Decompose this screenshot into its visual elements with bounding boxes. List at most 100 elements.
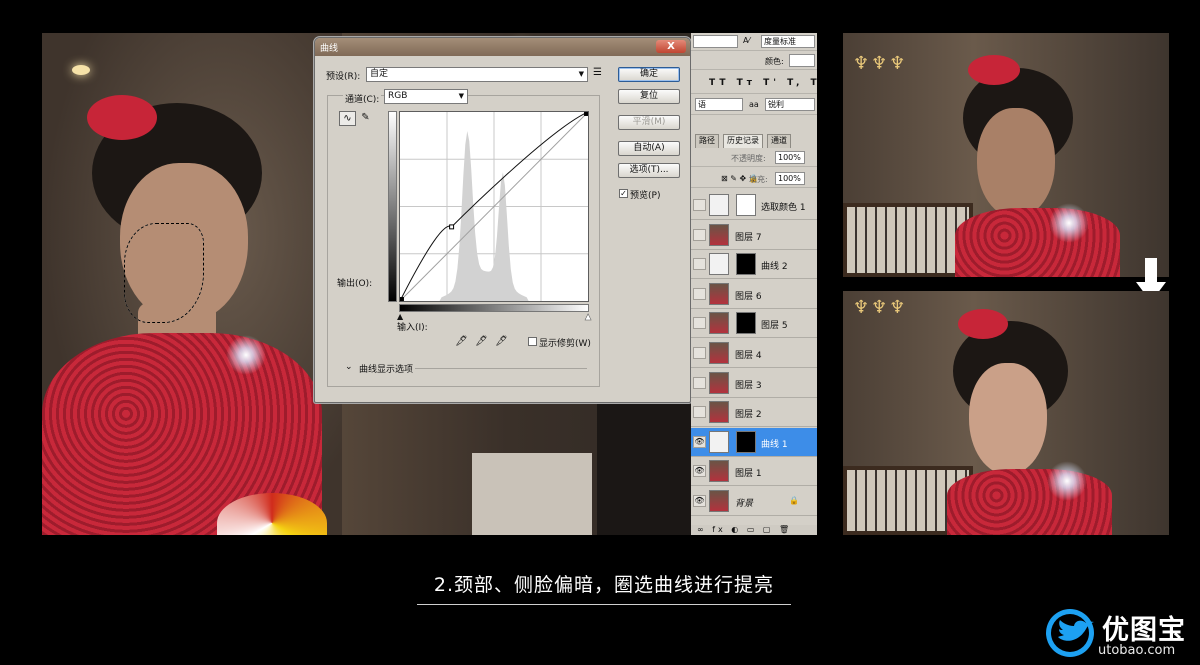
layer-thumbnail (709, 312, 729, 335)
smooth-button[interactable]: 平滑(M) (618, 115, 680, 130)
visibility-toggle[interactable] (693, 376, 706, 389)
layer-row[interactable]: 图层 5 (691, 309, 817, 339)
type-style-buttons[interactable]: TT Tт T' T, T Ŧ (709, 78, 817, 88)
color-swatch[interactable] (789, 54, 815, 67)
after-photo: ♆♆♆ (843, 291, 1169, 535)
before-photo: ♆♆♆ (843, 33, 1169, 277)
red-lace-dress (947, 469, 1112, 535)
layer-thumbnail (709, 282, 729, 305)
white-eyedropper-icon[interactable]: 🖋 (495, 336, 508, 347)
preset-select[interactable]: 自定 ▼ (366, 67, 588, 82)
logo-bird-icon (1046, 609, 1094, 657)
options-bar-row: 颜色: (691, 52, 817, 70)
font-field[interactable] (693, 35, 738, 48)
preset-label: 预设(R): (326, 72, 361, 82)
photoshop-side-panel: A⁄ 度量标准 颜色: TT Tт T' T, T Ŧ 语 aa 锐利 路径 历… (691, 33, 817, 535)
layer-row[interactable]: 图层 4 (691, 339, 817, 368)
layer-name: 图层 5 (761, 321, 788, 332)
black-eyedropper-icon[interactable]: 🖋 (455, 336, 468, 347)
preset-value: 自定 (370, 69, 389, 79)
layer-thumbnail (709, 253, 729, 276)
gray-eyedropper-icon[interactable]: 🖋 (475, 336, 488, 347)
preset-menu-icon[interactable]: ☰ (593, 67, 602, 78)
logo-name: 优图宝 (1102, 615, 1186, 646)
dialog-titlebar[interactable]: 曲线 X (315, 38, 690, 56)
input-label: 输入(I): (397, 323, 428, 333)
antialias-value: 锐利 (768, 100, 784, 109)
curve-endpoint (400, 297, 404, 301)
aa-label: aa (749, 100, 759, 109)
layer-mask-thumbnail (736, 312, 756, 335)
visibility-toggle[interactable] (693, 406, 706, 419)
tab-history[interactable]: 历史记录 (723, 134, 763, 148)
layer-thumbnail (709, 342, 729, 364)
expand-options-icon[interactable]: ⌄ (345, 362, 353, 372)
visibility-toggle[interactable] (693, 228, 706, 241)
ok-button[interactable]: 确定 (618, 67, 680, 82)
layer-row[interactable]: 图层 7 (691, 220, 817, 250)
layer-row[interactable]: 图层 3 (691, 368, 817, 398)
language-value: 语 (698, 100, 706, 109)
language-select[interactable]: 语 (695, 98, 743, 111)
visibility-toggle[interactable] (693, 258, 706, 271)
red-lace-dress (955, 208, 1120, 277)
layer-name: 图层 1 (735, 469, 762, 480)
layer-row[interactable]: 👁 曲线 1 (691, 427, 817, 457)
eye-icon[interactable]: 👁 (693, 435, 706, 448)
layers-panel-footer[interactable]: ∞ fx ◐ ▭ ▢ 🗑 (691, 525, 817, 535)
eye-icon[interactable]: 👁 (693, 465, 706, 478)
light-wall-panel (472, 453, 592, 535)
visibility-toggle[interactable] (693, 347, 706, 359)
show-clipping-label: 显示修剪(W) (539, 339, 591, 349)
pencil-icon[interactable]: ✎ (357, 111, 374, 126)
preview-label: 预览(P) (630, 191, 661, 201)
layer-row[interactable]: 选取颜色 1 (691, 191, 817, 220)
layer-name: 曲线 1 (761, 439, 788, 450)
step-caption: 2.颈部、侧脸偏暗，圈选曲线进行提亮 (433, 574, 775, 596)
preview-checkbox[interactable]: ✓ (619, 189, 628, 198)
options-button[interactable]: 选项(T)... (618, 163, 680, 178)
divider (415, 368, 587, 369)
face (969, 363, 1047, 475)
close-button[interactable]: X (656, 40, 686, 53)
tab-channels[interactable]: 通道 (767, 134, 791, 148)
layer-name: 图层 7 (735, 232, 762, 243)
layer-row[interactable]: 图层 2 (691, 398, 817, 428)
hair-flower (958, 309, 1008, 339)
layer-row[interactable]: 图层 6 (691, 279, 817, 309)
layer-row[interactable]: 👁 背景 🔒 (691, 487, 817, 516)
eye-icon[interactable]: 👁 (693, 495, 706, 507)
curve-endpoint (584, 112, 588, 116)
antialias-icon: A⁄ (743, 36, 750, 45)
ceiling-lamp (72, 65, 90, 75)
fill-input[interactable]: 100% (775, 172, 805, 185)
reset-button[interactable]: 复位 (618, 89, 680, 104)
curve-graph[interactable] (399, 111, 589, 302)
layer-row[interactable]: 曲线 2 (691, 250, 817, 280)
light-flare (1049, 203, 1089, 243)
opacity-value: 100% (778, 153, 801, 162)
measure-value: 度量标准 (764, 37, 796, 46)
antialias-select[interactable]: 锐利 (765, 98, 815, 111)
layer-name: 图层 2 (735, 410, 762, 421)
white-point-slider[interactable]: ▲ (585, 312, 592, 322)
auto-button[interactable]: 自动(A) (618, 141, 680, 156)
show-clipping-checkbox[interactable] (528, 337, 537, 346)
layer-mask-thumbnail (736, 430, 756, 453)
layer-row[interactable]: 👁 图层 1 (691, 457, 817, 487)
measure-select[interactable]: 度量标准 (761, 35, 815, 48)
visibility-toggle[interactable] (693, 199, 706, 211)
hair-flower (87, 95, 157, 140)
opacity-input[interactable]: 100% (775, 151, 805, 164)
lasso-selection-marquee (124, 223, 204, 323)
tab-paths[interactable]: 路径 (695, 134, 719, 148)
curve-display-options-label[interactable]: 曲线显示选项 (359, 362, 413, 375)
curve-tool-icon[interactable]: ∿ (339, 111, 356, 126)
curve-control-point (449, 224, 455, 230)
light-flare (1047, 461, 1087, 501)
channel-select[interactable]: RGB ▼ (384, 89, 468, 104)
visibility-toggle[interactable] (693, 317, 706, 330)
window (843, 203, 973, 277)
output-label: 输出(O): (337, 279, 373, 289)
visibility-toggle[interactable] (693, 287, 706, 300)
